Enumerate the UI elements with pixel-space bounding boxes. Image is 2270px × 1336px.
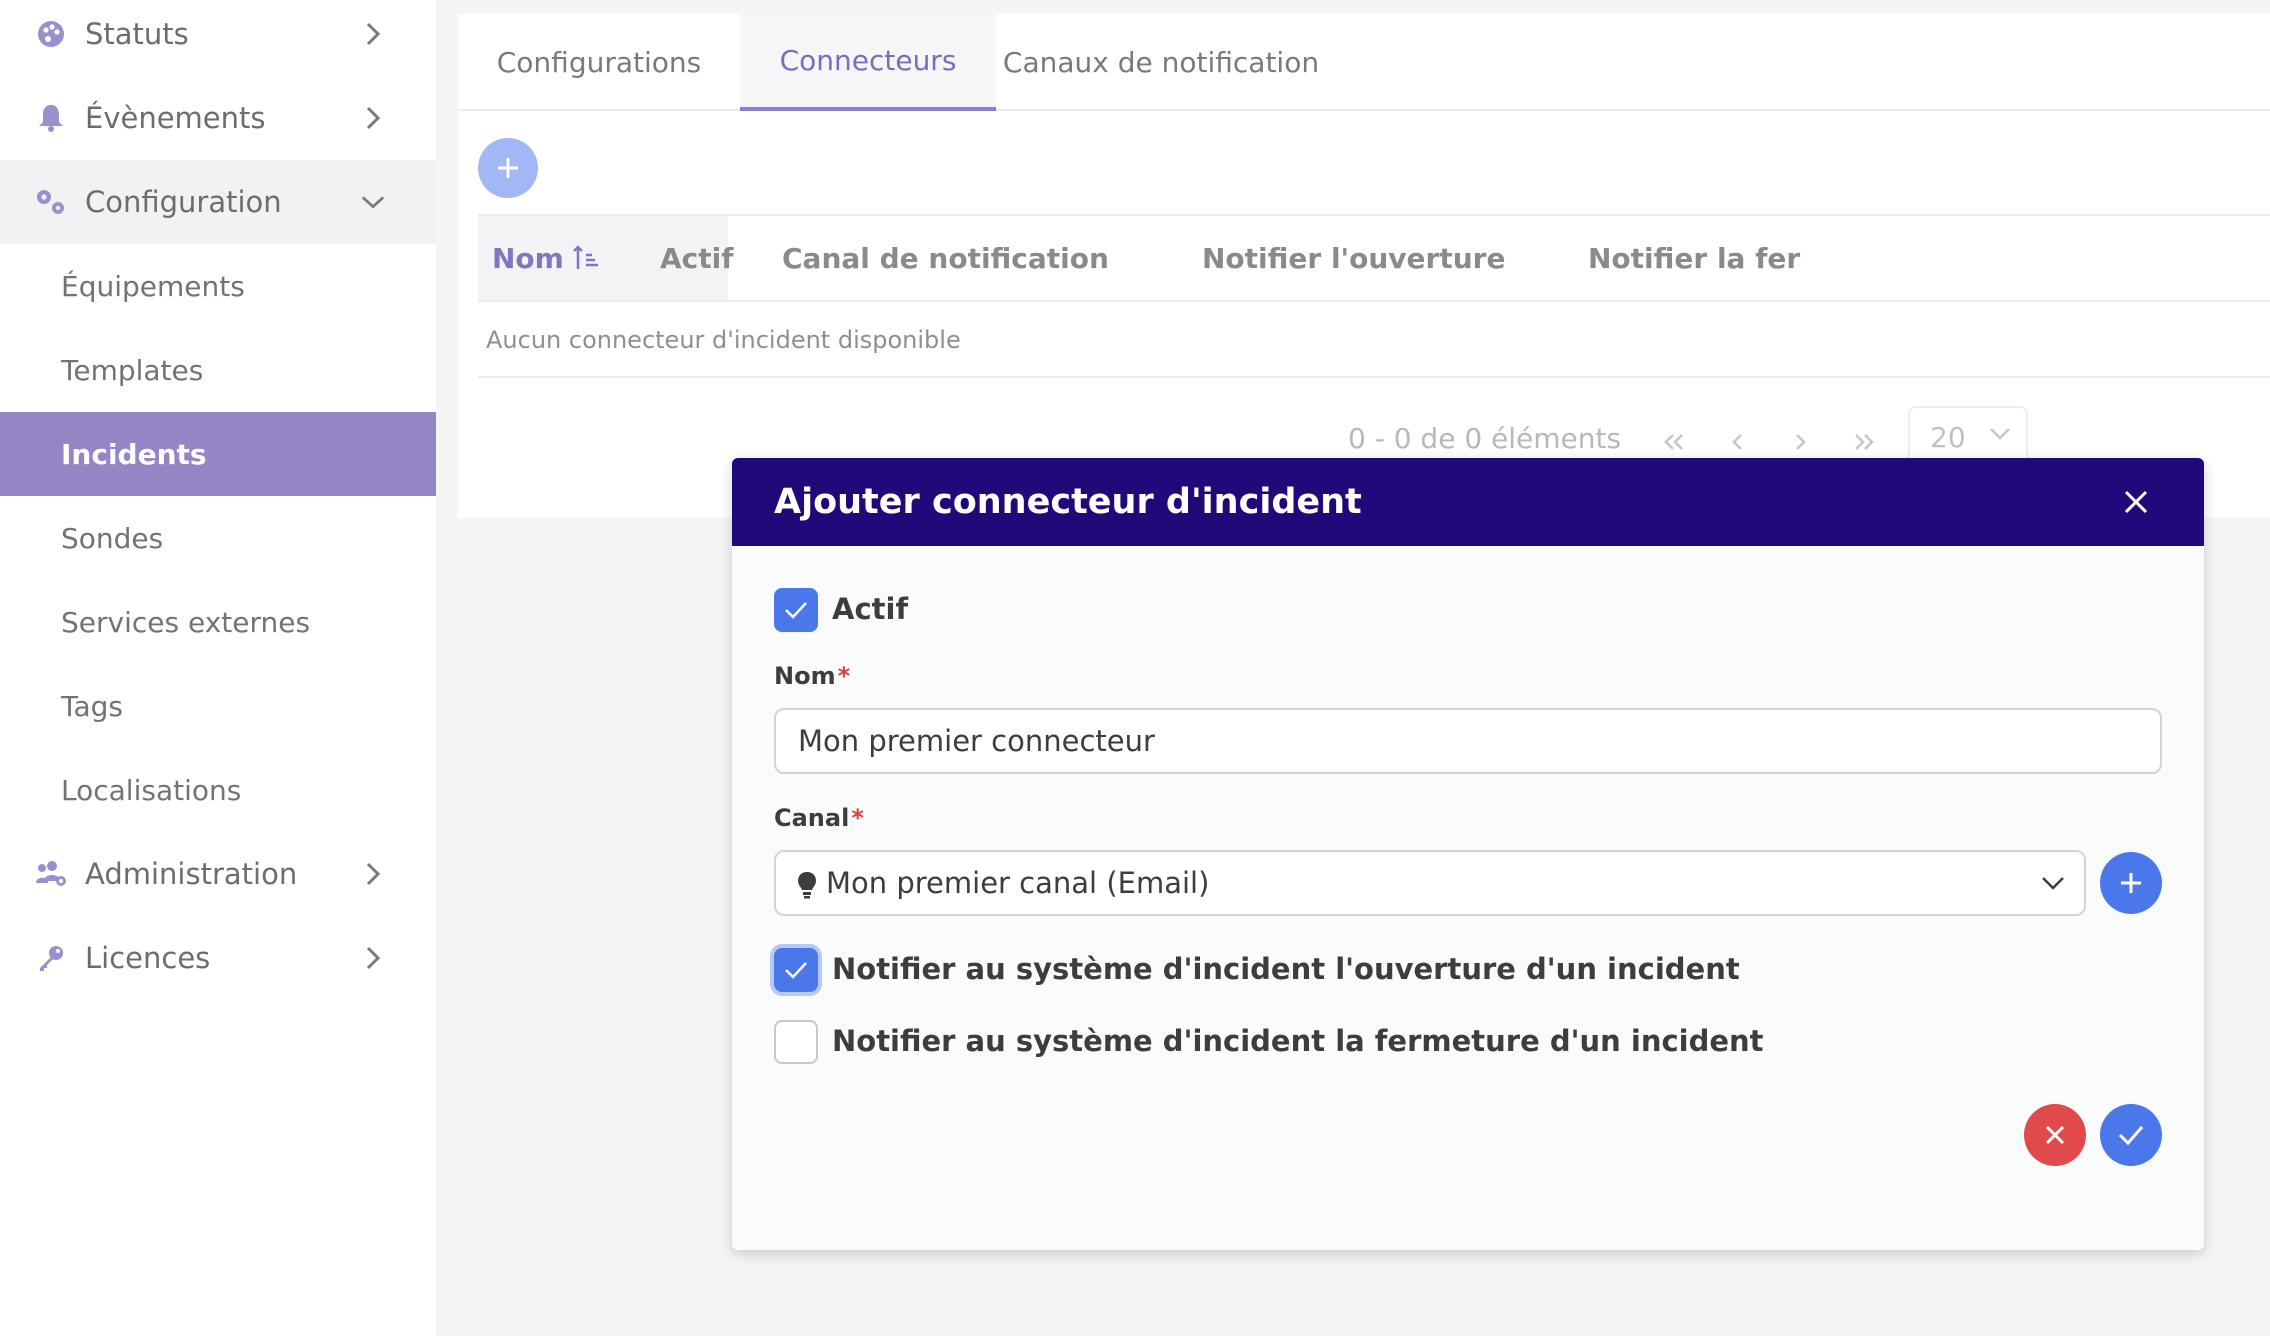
sidebar-subitem-sondes[interactable]: Sondes bbox=[0, 496, 436, 580]
sidebar-subitem-localisations[interactable]: Localisations bbox=[0, 748, 436, 832]
sidebar-subitem-label: Services externes bbox=[61, 605, 311, 639]
sidebar-subitem-tags[interactable]: Tags bbox=[0, 664, 436, 748]
lightbulb-icon bbox=[798, 872, 816, 899]
close-icon bbox=[2045, 1125, 2065, 1145]
chevron-right-icon bbox=[360, 861, 386, 887]
checkmark-icon bbox=[785, 602, 807, 619]
previous-page-button[interactable] bbox=[1718, 422, 1758, 462]
first-page-button[interactable] bbox=[1654, 422, 1694, 462]
plus-icon bbox=[498, 158, 518, 178]
name-label-text: Nom bbox=[774, 662, 836, 690]
sidebar-subitem-templates[interactable]: Templates bbox=[0, 328, 436, 412]
column-header-notifier-fermeture[interactable]: Notifier la fer bbox=[1588, 216, 1800, 300]
column-header-notifier-ouverture[interactable]: Notifier l'ouverture bbox=[1202, 216, 1505, 300]
next-page-button[interactable] bbox=[1780, 422, 1820, 462]
sort-ascending-icon bbox=[572, 245, 598, 269]
add-connector-modal: Ajouter connecteur d'incident Actif Nom*… bbox=[732, 458, 2204, 1250]
actif-checkbox[interactable] bbox=[774, 588, 818, 632]
sidebar-item-label: Statuts bbox=[85, 17, 189, 51]
cancel-button[interactable] bbox=[2024, 1104, 2086, 1166]
checkmark-icon bbox=[785, 962, 807, 979]
sidebar-item-configuration[interactable]: Configuration bbox=[0, 160, 436, 244]
chevron-right-icon bbox=[360, 105, 386, 131]
sidebar-item-evenements[interactable]: Évènements bbox=[0, 76, 436, 160]
sidebar-item-statuts[interactable]: Statuts bbox=[0, 0, 436, 76]
tab-connecteurs[interactable]: Connecteurs bbox=[740, 14, 996, 111]
required-asterisk: * bbox=[837, 662, 851, 690]
modal-header: Ajouter connecteur d'incident bbox=[732, 458, 2204, 546]
plus-icon bbox=[2121, 873, 2141, 893]
tab-configurations[interactable]: Configurations bbox=[458, 14, 740, 111]
sidebar-subitem-equipements[interactable]: Équipements bbox=[0, 244, 436, 328]
notify-close-label: Notifier au système d'incident la fermet… bbox=[832, 1024, 1764, 1058]
page-size-value: 20 bbox=[1930, 420, 1966, 454]
name-input[interactable] bbox=[774, 708, 2162, 774]
sidebar-subitem-label: Localisations bbox=[61, 773, 242, 807]
channel-select-value: Mon premier canal (Email) bbox=[826, 866, 1210, 900]
tab-bar: Configurations Connecteurs Canaux de not… bbox=[458, 14, 2270, 111]
actif-label: Actif bbox=[832, 592, 909, 626]
column-header-label: Nom bbox=[492, 241, 564, 275]
channel-select[interactable]: Mon premier canal (Email) bbox=[774, 850, 2086, 916]
column-header-actif[interactable]: Actif bbox=[660, 216, 733, 300]
chevron-left-icon bbox=[1732, 434, 1742, 450]
close-modal-button[interactable] bbox=[2118, 484, 2154, 520]
sidebar-subitem-services-externes[interactable]: Services externes bbox=[0, 580, 436, 664]
sidebar-subitem-label: Sondes bbox=[61, 521, 164, 555]
sidebar-subitem-label: Incidents bbox=[61, 437, 207, 471]
save-button[interactable] bbox=[2100, 1104, 2162, 1166]
channel-label-text: Canal bbox=[774, 804, 850, 832]
sidebar-subitem-label: Templates bbox=[61, 353, 204, 387]
notify-open-label: Notifier au système d'incident l'ouvertu… bbox=[832, 952, 1740, 986]
sidebar-item-licences[interactable]: Licences bbox=[0, 916, 436, 1000]
chevron-right-icon bbox=[360, 945, 386, 971]
sidebar-item-label: Configuration bbox=[85, 185, 282, 219]
close-icon bbox=[2124, 490, 2148, 514]
empty-table-message: Aucun connecteur d'incident disponible bbox=[478, 304, 2270, 378]
pagination-info: 0 - 0 de 0 éléments bbox=[1348, 422, 1622, 455]
add-connector-button[interactable] bbox=[478, 138, 538, 198]
required-asterisk: * bbox=[851, 804, 864, 832]
chevron-down-icon bbox=[2042, 877, 2064, 890]
chevron-down-icon bbox=[1990, 428, 2010, 440]
users-cog-icon bbox=[34, 857, 68, 891]
sidebar-subitem-label: Équipements bbox=[61, 269, 245, 303]
double-chevron-right-icon bbox=[1855, 434, 1874, 450]
sidebar-item-label: Licences bbox=[85, 941, 211, 975]
name-field-label: Nom* bbox=[774, 662, 850, 690]
gears-icon bbox=[34, 185, 68, 219]
chevron-right-icon bbox=[360, 21, 386, 47]
sidebar-subitem-incidents[interactable]: Incidents bbox=[0, 412, 436, 496]
column-header-canal[interactable]: Canal de notification bbox=[782, 216, 1109, 300]
add-channel-button[interactable] bbox=[2100, 852, 2162, 914]
notify-open-checkbox[interactable] bbox=[774, 948, 818, 992]
sidebar-item-label: Évènements bbox=[85, 101, 266, 135]
key-icon bbox=[34, 941, 68, 975]
channel-field-label: Canal* bbox=[774, 804, 864, 832]
main-card: Configurations Connecteurs Canaux de not… bbox=[458, 14, 2270, 518]
double-chevron-left-icon bbox=[1664, 434, 1683, 450]
notify-close-checkbox[interactable] bbox=[774, 1020, 818, 1064]
sidebar: Statuts Évènements Configuration Équipem… bbox=[0, 0, 436, 1336]
tab-canaux-de-notification[interactable]: Canaux de notification bbox=[996, 14, 1326, 111]
sidebar-subitem-label: Tags bbox=[61, 689, 123, 723]
checkmark-icon bbox=[2118, 1126, 2144, 1146]
palette-icon bbox=[34, 17, 68, 51]
chevron-right-icon bbox=[1796, 434, 1806, 450]
sidebar-item-label: Administration bbox=[85, 857, 298, 891]
modal-title: Ajouter connecteur d'incident bbox=[774, 482, 1362, 522]
last-page-button[interactable] bbox=[1844, 422, 1884, 462]
bell-icon bbox=[34, 101, 68, 135]
table-header: Nom Actif Canal de notification Notifier… bbox=[478, 214, 2270, 302]
sidebar-item-administration[interactable]: Administration bbox=[0, 832, 436, 916]
chevron-down-icon bbox=[360, 189, 386, 215]
